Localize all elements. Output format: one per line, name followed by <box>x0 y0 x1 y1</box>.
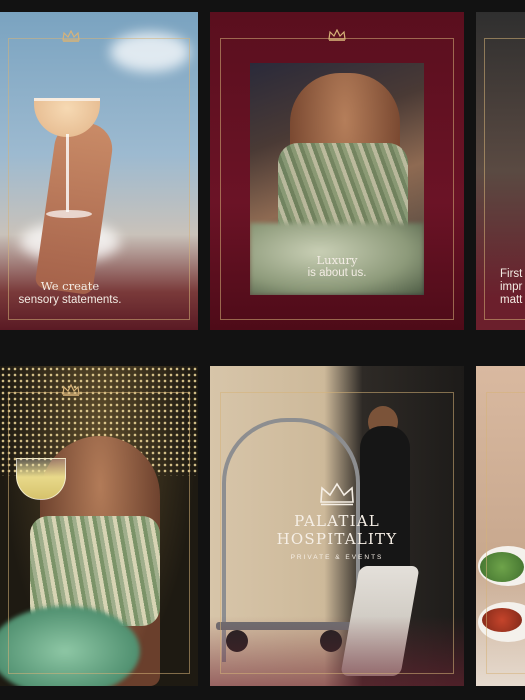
caption-line-2: sensory statements. <box>18 294 122 306</box>
caption-line-2: impr <box>500 281 523 293</box>
caption-line-1: We create <box>40 279 100 293</box>
post-card-dining[interactable] <box>476 366 525 686</box>
raised-arm <box>34 118 116 296</box>
burgundy-shade <box>210 616 464 686</box>
caption-line-2: is about us. <box>307 267 367 279</box>
caption-line-1: First <box>500 268 523 280</box>
post-card-sensory[interactable]: We create sensory statements. <box>0 12 198 330</box>
logo-line-2: HOSPITALITY <box>276 530 398 548</box>
crown-icon <box>62 30 80 42</box>
crown-icon <box>320 482 354 506</box>
logo-line-1: PALATIAL <box>294 512 380 530</box>
post-card-luxury[interactable]: Luxury is about us. <box>210 12 464 330</box>
logo-subtitle: PRIVATE & EVENTS <box>290 554 384 561</box>
salad-dish <box>480 552 524 582</box>
cloud <box>110 32 190 72</box>
caption-line-3: matt <box>500 294 523 306</box>
tomato-dish <box>482 608 522 632</box>
glass-foot <box>46 210 92 218</box>
glass-stem <box>66 134 69 212</box>
caption-line-1: Luxury <box>316 253 358 267</box>
post-card-celebration[interactable] <box>0 366 198 686</box>
crown-icon <box>62 384 80 396</box>
post-card-palatial-hospitality[interactable]: PALATIAL HOSPITALITY PRIVATE & EVENTS <box>210 366 464 686</box>
post-card-first-impressions[interactable]: First impr matt <box>476 12 525 330</box>
crown-icon <box>328 29 346 41</box>
